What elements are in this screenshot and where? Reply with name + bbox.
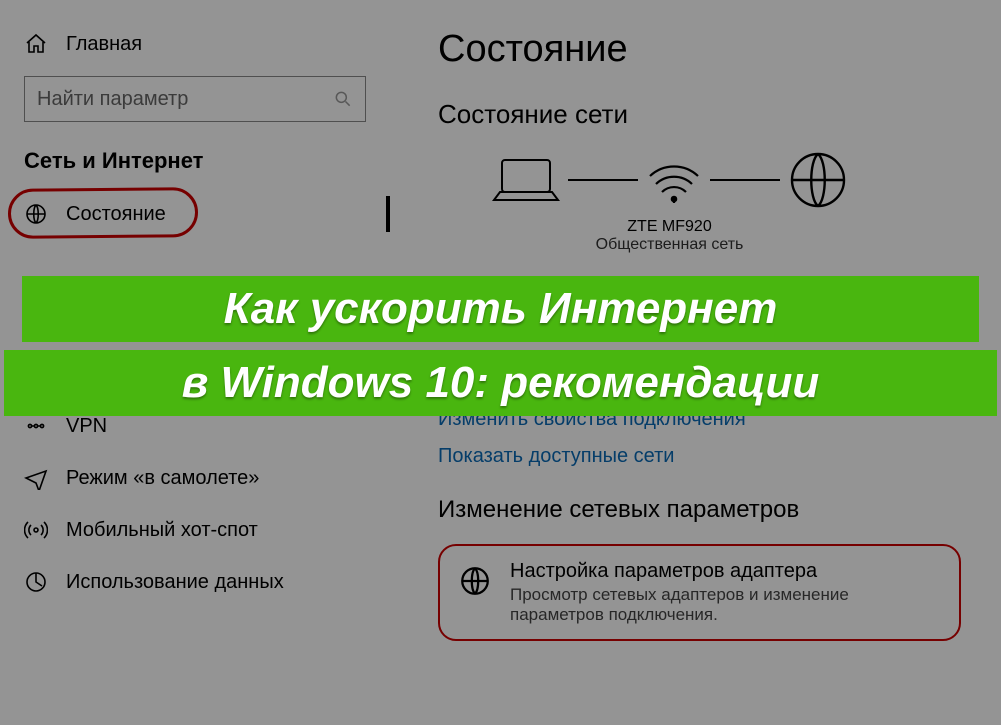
home-icon [24,32,48,56]
sidebar-item-hotspot[interactable]: Мобильный хот-спот [0,504,390,556]
sidebar-item-label: Режим «в самолете» [66,467,259,490]
vpn-icon [24,414,48,438]
overlay-banner-line2: в Windows 10: рекомендации [4,350,997,416]
globe-icon [458,564,492,598]
sidebar-item-airplane[interactable]: Режим «в самолете» [0,452,390,504]
adapter-settings-item[interactable]: Настройка параметров адаптера Просмотр с… [438,544,961,641]
link-show-networks[interactable]: Показать доступные сети [438,445,961,468]
page-title: Состояние [438,28,961,71]
sidebar-item-home[interactable]: Главная [0,24,390,76]
globe-large-icon [786,148,850,212]
overlay-banner-line1: Как ускорить Интернет [22,276,979,342]
sidebar-item-data-usage[interactable]: Использование данных [0,556,390,608]
search-input[interactable]: Найти параметр [24,76,366,122]
sidebar-item-label: Использование данных [66,571,284,594]
device-name: ZTE MF920 [438,218,961,236]
network-type: Общественная сеть [438,236,961,254]
status-subtitle: Состояние сети [438,99,961,130]
change-params-title: Изменение сетевых параметров [438,496,961,524]
search-icon [333,89,353,109]
wifi-icon [644,152,704,208]
airplane-icon [24,466,48,490]
sidebar-item-label: Мобильный хот-спот [66,519,258,542]
laptop-icon [490,152,562,208]
highlight-annotation [8,187,198,239]
sidebar-section-title: Сеть и Интернет [0,144,390,188]
network-diagram [438,148,961,212]
sidebar-home-label: Главная [66,33,142,56]
adapter-title: Настройка параметров адаптера [510,560,941,583]
search-placeholder: Найти параметр [37,88,188,111]
sidebar-item-label: VPN [66,415,107,438]
hotspot-icon [24,518,48,542]
sidebar-item-status[interactable]: Состояние [0,188,390,240]
adapter-desc: Просмотр сетевых адаптеров и изменение п… [510,585,941,625]
data-usage-icon [24,570,48,594]
